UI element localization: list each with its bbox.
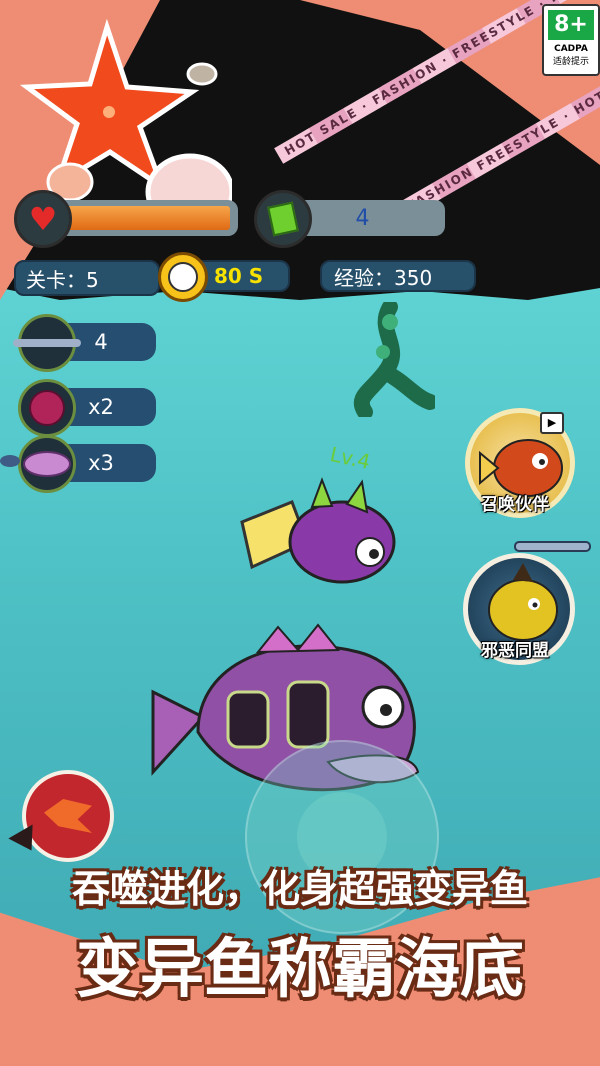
target-3-count: x3 <box>88 451 114 475</box>
slogan-line-2: 变异鱼称霸海底 <box>76 933 524 1007</box>
age-rating-value: 8+ <box>548 10 594 40</box>
target-1-count: 4 <box>94 330 108 354</box>
alarm-clock-icon <box>158 252 208 302</box>
pebble-icon <box>186 62 218 86</box>
level-text: 关卡：5 <box>26 267 99 292</box>
summon-partner-label: 召唤伙伴 <box>481 495 549 515</box>
needle-fish-icon <box>13 314 81 372</box>
slogan-line-1: 吞噬进化，化身超强变异鱼 <box>71 867 528 911</box>
evil-alliance-label: 邪恶同盟 <box>481 641 549 661</box>
age-rating-note: 适龄提示 <box>552 57 589 67</box>
heart-icon: ♥ <box>14 190 72 248</box>
seaweed-decoration <box>353 302 435 417</box>
video-ad-icon: ▶ <box>540 412 564 434</box>
gem-count: 4 <box>355 205 370 231</box>
devour-button[interactable] <box>22 770 114 862</box>
exp-indicator: 经验：350 <box>320 260 476 292</box>
gem-icon <box>254 190 312 248</box>
level-indicator: 关卡：5 <box>14 260 160 296</box>
player-fish <box>240 477 396 584</box>
timer-text: 80 S <box>214 264 264 288</box>
exp-text: 经验：350 <box>334 265 433 290</box>
bite-icon <box>44 799 92 833</box>
age-rating-badge: 8+ CADPA 适龄提示 <box>542 4 600 76</box>
target-2-count: x2 <box>88 395 114 419</box>
age-rating-org: CADPA <box>554 44 588 54</box>
purple-puffer-icon <box>18 379 76 437</box>
health-fill <box>62 206 230 230</box>
small-fish-left <box>0 455 20 467</box>
